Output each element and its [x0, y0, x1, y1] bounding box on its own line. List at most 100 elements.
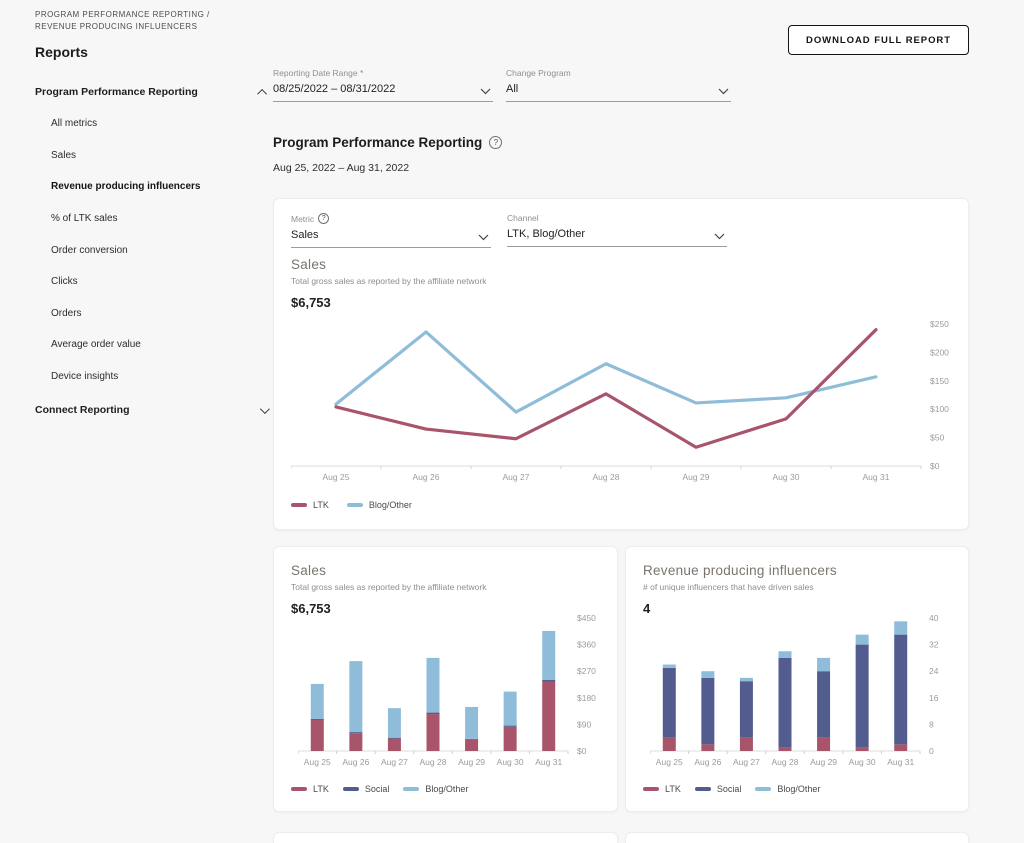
metric-select[interactable]: Metric ? Sales — [291, 213, 491, 248]
sidebar-item-order-conversion[interactable]: Order conversion — [51, 234, 267, 266]
legend-item-social: Social — [695, 784, 742, 794]
svg-text:24: 24 — [929, 666, 939, 676]
svg-text:Aug 30: Aug 30 — [773, 472, 800, 482]
svg-text:Aug 31: Aug 31 — [863, 472, 890, 482]
legend-label: Blog/Other — [777, 784, 820, 794]
chevron-up-icon — [257, 88, 267, 98]
social-swatch — [695, 787, 711, 791]
legend-label: Blog/Other — [369, 500, 412, 510]
channel-value: LTK, Blog/Other — [507, 228, 585, 240]
sidebar-subitems: All metrics Sales Revenue producing infl… — [51, 108, 267, 392]
svg-text:Aug 29: Aug 29 — [810, 757, 837, 767]
sidebar-item-device-insights[interactable]: Device insights — [51, 361, 267, 393]
influencers-bar-chart-card: Revenue producing influencers # of uniqu… — [625, 546, 969, 812]
chart-subtitle: # of unique influencers that have driven… — [643, 582, 837, 592]
chart-title-block: Sales Total gross sales as reported by t… — [291, 257, 486, 310]
blog-other-swatch — [755, 787, 771, 791]
svg-text:16: 16 — [929, 693, 939, 703]
svg-text:Aug 31: Aug 31 — [887, 757, 914, 767]
partial-card-right — [625, 832, 969, 843]
channel-select[interactable]: Channel LTK, Blog/Other — [507, 213, 727, 247]
sidebar-item-orders[interactable]: Orders — [51, 298, 267, 330]
sidebar-group-label: Connect Reporting — [35, 404, 130, 416]
chart-legend: LTK Social Blog/Other — [291, 784, 468, 794]
sidebar-nav: Program Performance Reporting All metric… — [35, 80, 267, 422]
breadcrumb: Program Performance Reporting / Revenue … — [35, 9, 250, 34]
sidebar-item-clicks[interactable]: Clicks — [51, 266, 267, 298]
metric-label: Metric — [291, 214, 314, 224]
chart-title: Sales — [291, 257, 486, 272]
legend-label: Social — [365, 784, 390, 794]
influencers-bar-chart: 0816243240Aug 25Aug 26Aug 27Aug 28Aug 29… — [650, 611, 962, 774]
chart-title-block: Sales Total gross sales as reported by t… — [291, 563, 486, 616]
legend-item-ltk: LTK — [291, 784, 329, 794]
change-program-select[interactable]: Change Program All — [506, 68, 731, 102]
chart-title-block: Revenue producing influencers # of uniqu… — [643, 563, 837, 616]
svg-text:Aug 26: Aug 26 — [342, 757, 369, 767]
ltk-swatch — [643, 787, 659, 791]
svg-text:Aug 29: Aug 29 — [458, 757, 485, 767]
chart-subtitle: Total gross sales as reported by the aff… — [291, 582, 486, 592]
chart-headline-value: $6,753 — [291, 295, 486, 310]
chevron-down-icon — [260, 404, 270, 414]
legend-item-blog-other: Blog/Other — [347, 500, 412, 510]
svg-text:Aug 31: Aug 31 — [535, 757, 562, 767]
svg-text:Aug 25: Aug 25 — [323, 472, 350, 482]
svg-text:Aug 26: Aug 26 — [413, 472, 440, 482]
svg-text:$0: $0 — [930, 461, 940, 471]
channel-label: Channel — [507, 213, 727, 223]
svg-text:0: 0 — [929, 746, 934, 756]
sidebar-item-sales[interactable]: Sales — [51, 140, 267, 172]
help-icon[interactable]: ? — [318, 213, 329, 224]
sidebar-item-average-order-value[interactable]: Average order value — [51, 329, 267, 361]
blog-other-swatch — [347, 503, 363, 507]
svg-text:Aug 28: Aug 28 — [772, 757, 799, 767]
svg-text:$270: $270 — [577, 666, 596, 676]
sidebar-item-all-metrics[interactable]: All metrics — [51, 108, 267, 140]
chart-subtitle: Total gross sales as reported by the aff… — [291, 276, 486, 286]
svg-text:$0: $0 — [577, 746, 587, 756]
sidebar-group-connect-reporting[interactable]: Connect Reporting — [35, 398, 267, 422]
svg-text:Aug 26: Aug 26 — [694, 757, 721, 767]
sales-line-chart-card: Metric ? Sales Channel LTK, Blog/Other S… — [273, 198, 969, 530]
svg-text:Aug 25: Aug 25 — [304, 757, 331, 767]
legend-label: Blog/Other — [425, 784, 468, 794]
svg-text:8: 8 — [929, 719, 934, 729]
chart-title: Revenue producing influencers — [643, 563, 837, 578]
svg-text:Aug 27: Aug 27 — [733, 757, 760, 767]
date-range-value: 08/25/2022 – 08/31/2022 — [273, 83, 395, 95]
svg-text:$250: $250 — [930, 319, 949, 329]
svg-text:$150: $150 — [930, 376, 949, 386]
sidebar-group-program-performance[interactable]: Program Performance Reporting — [35, 80, 267, 104]
svg-text:$360: $360 — [577, 640, 596, 650]
legend-label: LTK — [313, 784, 329, 794]
sales-line-chart: $0$50$100$150$200$250Aug 25Aug 26Aug 27A… — [291, 317, 971, 491]
svg-text:$180: $180 — [577, 693, 596, 703]
change-program-label: Change Program — [506, 68, 731, 78]
sidebar-group-label: Program Performance Reporting — [35, 86, 198, 98]
sidebar-item-revenue-producing-influencers[interactable]: Revenue producing influencers — [51, 171, 267, 203]
change-program-value: All — [506, 83, 518, 95]
svg-text:40: 40 — [929, 613, 939, 623]
legend-label: LTK — [313, 500, 329, 510]
svg-text:Aug 30: Aug 30 — [497, 757, 524, 767]
svg-text:Aug 27: Aug 27 — [503, 472, 530, 482]
page-date-range: Aug 25, 2022 – Aug 31, 2022 — [273, 162, 409, 174]
download-full-report-button[interactable]: DOWNLOAD FULL REPORT — [788, 25, 969, 55]
svg-text:$100: $100 — [930, 404, 949, 414]
legend-item-social: Social — [343, 784, 390, 794]
svg-text:$450: $450 — [577, 613, 596, 623]
ltk-swatch — [291, 503, 307, 507]
chart-legend: LTK Social Blog/Other — [643, 784, 820, 794]
svg-text:Aug 28: Aug 28 — [420, 757, 447, 767]
svg-text:$50: $50 — [930, 433, 944, 443]
page-title-reports: Reports — [35, 44, 88, 60]
help-icon[interactable]: ? — [489, 136, 502, 149]
svg-text:$90: $90 — [577, 719, 591, 729]
legend-item-ltk: LTK — [291, 500, 329, 510]
sales-bar-chart-card: Sales Total gross sales as reported by t… — [273, 546, 618, 812]
chevron-down-icon — [478, 234, 489, 241]
svg-text:Aug 25: Aug 25 — [656, 757, 683, 767]
date-range-select[interactable]: Reporting Date Range * 08/25/2022 – 08/3… — [273, 68, 493, 102]
sidebar-item-pct-ltk-sales[interactable]: % of LTK sales — [51, 203, 267, 235]
